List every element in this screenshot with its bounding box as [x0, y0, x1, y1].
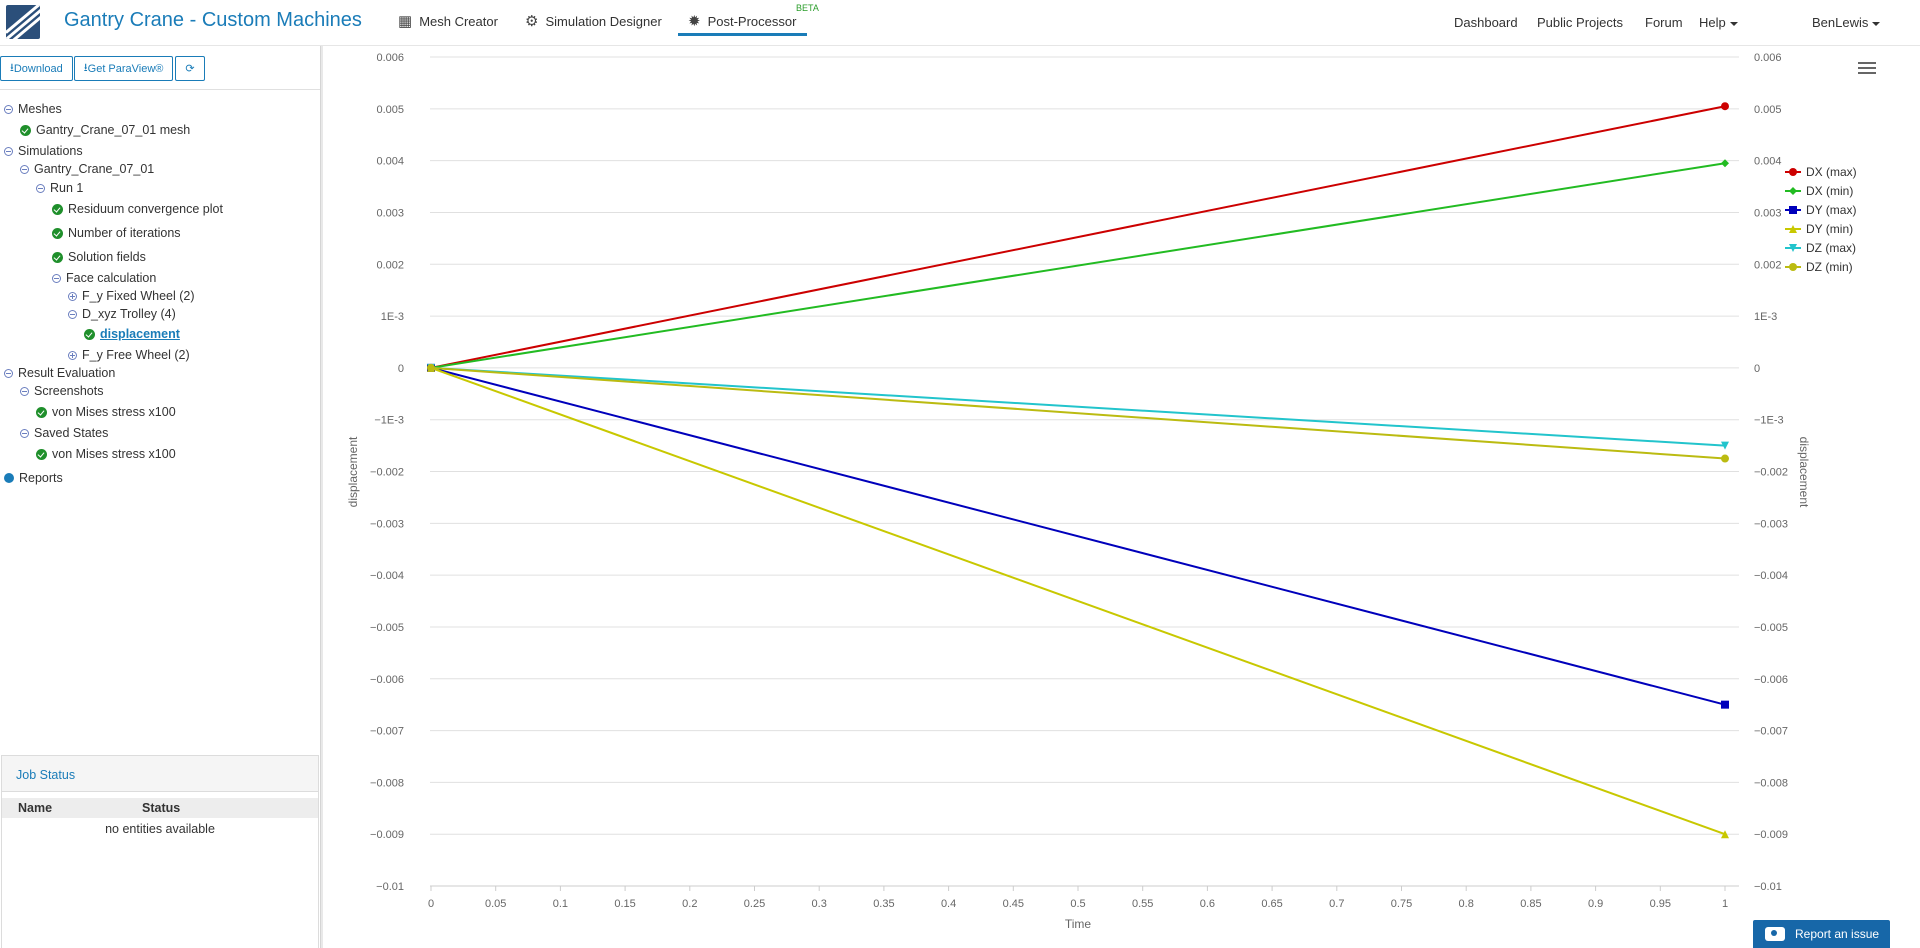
y-tick-label-right: −0.009: [1754, 829, 1788, 841]
y-tick-label-right: −0.002: [1754, 467, 1788, 479]
x-tick-label: 1: [1722, 898, 1728, 910]
data-point: [1721, 700, 1729, 709]
legend-label: DZ (min): [1806, 260, 1853, 274]
y-tick-label: −0.005: [370, 622, 404, 634]
x-tick-label: 0.8: [1459, 898, 1474, 910]
series-line: [430, 366, 1726, 460]
y-tick-label: −0.002: [370, 467, 404, 479]
x-tick-label: 0.1: [553, 898, 568, 910]
legend-label: DX (min): [1806, 184, 1853, 198]
y-tick-label-right: 0.002: [1754, 259, 1782, 271]
displacement-chart: 0.006 0.006 0.005 0.005 0.004 0.004 0.003 0.003…: [346, 52, 1857, 931]
y-tick-label-right: −0.006: [1754, 674, 1788, 686]
camera-icon: [1765, 927, 1785, 941]
series-line: [430, 366, 1726, 836]
x-tick-label: 0.6: [1200, 898, 1215, 910]
legend-marker: [1789, 168, 1797, 176]
x-tick-label: 0.15: [614, 898, 635, 910]
x-tick-label: 0.5: [1070, 898, 1085, 910]
y-tick-label-right: 0.006: [1754, 52, 1782, 64]
y-tick-label-right: −1E-3: [1754, 415, 1784, 427]
x-tick-label: 0.05: [485, 898, 506, 910]
y-tick-label: −0.008: [370, 777, 404, 789]
y-tick-label: 0: [398, 363, 404, 375]
legend-marker: [1789, 263, 1797, 271]
y-tick-label: −0.007: [370, 726, 404, 738]
x-tick-label: 0.95: [1650, 898, 1671, 910]
y-tick-label: 0.005: [376, 104, 404, 116]
y-tick-label: 0.004: [376, 156, 404, 168]
y-tick-label: −0.004: [370, 570, 404, 582]
legend-label: DZ (max): [1806, 241, 1856, 255]
y-tick-label-right: 0.004: [1754, 156, 1782, 168]
report-issue-button[interactable]: Report an issue: [1753, 920, 1890, 948]
x-tick-label: 0: [428, 898, 434, 910]
x-tick-label: 0.9: [1588, 898, 1603, 910]
legend-label: DY (max): [1806, 203, 1856, 217]
y-tick-label-right: −0.007: [1754, 726, 1788, 738]
y-tick-label: −0.01: [376, 881, 404, 893]
y-tick-label-right: −0.005: [1754, 622, 1788, 634]
y-tick-label-right: 0.003: [1754, 207, 1782, 219]
x-tick-label: 0.7: [1329, 898, 1344, 910]
x-tick-label: 0.65: [1261, 898, 1282, 910]
x-tick-label: 0.55: [1132, 898, 1153, 910]
report-issue-label: Report an issue: [1795, 927, 1880, 941]
y-tick-label-right: −0.01: [1754, 881, 1782, 893]
y-tick-label-right: 0: [1754, 363, 1760, 375]
y-tick-label: −0.006: [370, 674, 404, 686]
data-point: [1721, 102, 1729, 111]
x-tick-label: 0.45: [1003, 898, 1024, 910]
x-tick-label: 0.35: [873, 898, 894, 910]
y-tick-label-right: −0.008: [1754, 777, 1788, 789]
x-axis-title: Time: [1065, 917, 1092, 931]
y-tick-label: 1E-3: [381, 311, 404, 323]
legend-marker: [1789, 206, 1797, 214]
y-tick-label: −1E-3: [374, 415, 404, 427]
x-tick-label: 0.2: [682, 898, 697, 910]
x-tick-label: 0.4: [941, 898, 956, 910]
y-tick-label: −0.009: [370, 829, 404, 841]
series-line: [430, 366, 1726, 447]
series-line: [430, 366, 1726, 706]
series-line: [430, 162, 1726, 369]
y-tick-label: −0.003: [370, 518, 404, 530]
y-tick-label-right: −0.003: [1754, 518, 1788, 530]
y-tick-label: 0.006: [376, 52, 404, 64]
x-tick-label: 0.75: [1391, 898, 1412, 910]
y-tick-label: 0.003: [376, 207, 404, 219]
legend-label: DY (min): [1806, 222, 1853, 236]
y-tick-label-right: −0.004: [1754, 570, 1788, 582]
chart-menu-icon[interactable]: [1858, 62, 1876, 76]
data-point: [1721, 454, 1729, 463]
y-tick-label-right: 1E-3: [1754, 311, 1777, 323]
x-tick-label: 0.3: [812, 898, 827, 910]
y-tick-label: 0.002: [376, 259, 404, 271]
y-axis-title: displacement: [346, 436, 360, 507]
legend-marker: [1789, 187, 1797, 195]
y-axis-title-right: displacement: [1797, 437, 1811, 508]
data-point: [427, 363, 435, 372]
x-tick-label: 0.85: [1520, 898, 1541, 910]
series-line: [430, 105, 1726, 369]
legend-label: DX (max): [1806, 165, 1857, 179]
x-tick-label: 0.25: [744, 898, 765, 910]
y-tick-label-right: 0.005: [1754, 104, 1782, 116]
